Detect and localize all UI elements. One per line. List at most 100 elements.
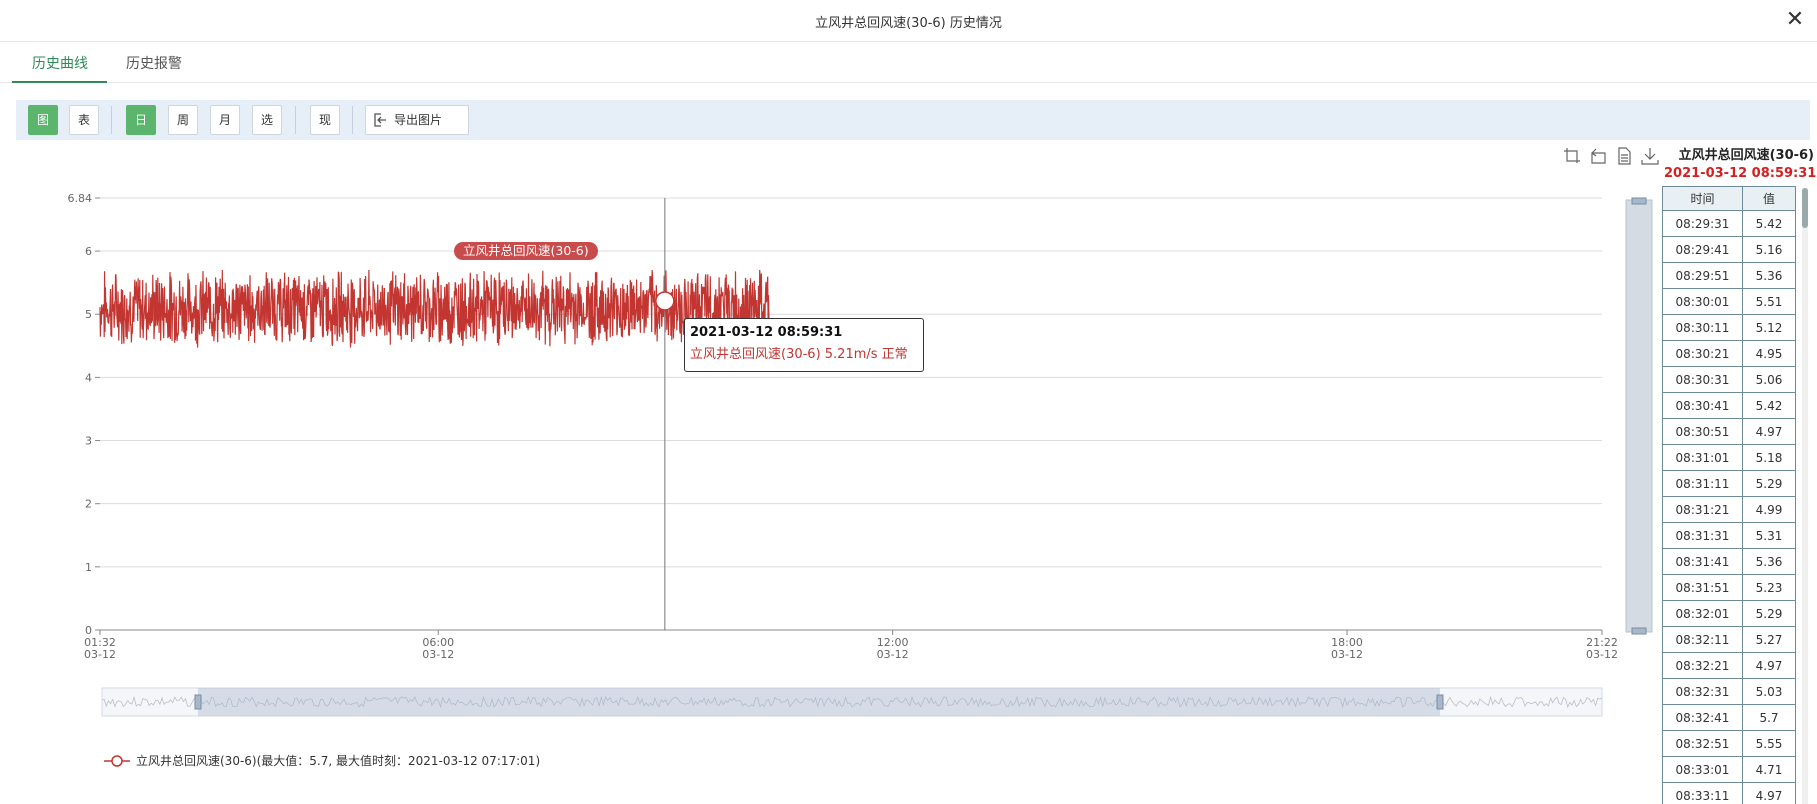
- cell-value: 5.36: [1742, 548, 1796, 575]
- table-row: 08:31:51 5.23: [1662, 574, 1796, 601]
- cell-value: 5.18: [1742, 444, 1796, 471]
- close-icon[interactable]: ✕: [1783, 8, 1807, 32]
- table-row: 08:32:11 5.27: [1662, 626, 1796, 653]
- x-tick-date-label: 03-12: [84, 648, 116, 661]
- cell-value: 4.97: [1742, 418, 1796, 445]
- cell-time: 08:32:11: [1662, 626, 1743, 653]
- cell-value: 4.97: [1742, 782, 1796, 804]
- cell-time: 08:32:21: [1662, 652, 1743, 679]
- right-panel-date: 2021-03-12 08:59:31: [1664, 166, 1817, 181]
- tab-bar: 历史曲线 历史报警: [0, 43, 1817, 83]
- legend-line-marker-icon: [104, 754, 130, 767]
- cell-value: 5.55: [1742, 730, 1796, 757]
- chart-legend[interactable]: 立风井总回风速(30-6)(最大值：5.7, 最大值时刻：2021-03-12 …: [104, 752, 540, 769]
- range-week-button[interactable]: 周: [168, 105, 198, 135]
- x-tick-date-label: 03-12: [422, 648, 454, 661]
- series-label-tag: 立风井总回风速(30-6): [454, 242, 598, 260]
- cell-value: 5.23: [1742, 574, 1796, 601]
- tooltip-value: 立风井总回风速(30-6) 5.21m/s 正常: [690, 347, 908, 362]
- cell-time: 08:31:31: [1662, 522, 1743, 549]
- datazoom-handle-right: [1436, 694, 1444, 710]
- table-row: 08:31:21 4.99: [1662, 496, 1796, 523]
- range-select-button[interactable]: 选: [252, 105, 282, 135]
- cell-time: 08:30:51: [1662, 418, 1743, 445]
- view-table-button[interactable]: 表: [69, 105, 99, 135]
- x-tick-date-label: 03-12: [1331, 648, 1363, 661]
- table-row: 08:30:31 5.06: [1662, 366, 1796, 393]
- cell-time: 08:30:01: [1662, 288, 1743, 315]
- col-header-time: 时间: [1662, 186, 1743, 211]
- table-row: 08:31:01 5.18: [1662, 444, 1796, 471]
- cell-value: 5.03: [1742, 678, 1796, 705]
- toolbar-divider: [295, 106, 296, 134]
- dialog-title: 立风井总回风速(30-6) 历史情况: [815, 16, 1002, 31]
- table-row: 08:33:11 4.97: [1662, 782, 1796, 804]
- datazoom-window: [198, 688, 1440, 716]
- tab-history-alarm[interactable]: 历史报警: [126, 53, 182, 85]
- col-header-value: 值: [1742, 186, 1796, 211]
- cell-time: 08:29:51: [1662, 262, 1743, 289]
- cell-value: 5.29: [1742, 600, 1796, 627]
- table-row: 08:30:11 5.12: [1662, 314, 1796, 341]
- table-row: 08:29:41 5.16: [1662, 236, 1796, 263]
- table-row: 08:32:01 5.29: [1662, 600, 1796, 627]
- export-label: 导出图片: [394, 113, 443, 127]
- cell-time: 08:32:31: [1662, 678, 1743, 705]
- now-button[interactable]: 现: [310, 105, 340, 135]
- cell-value: 5.29: [1742, 470, 1796, 497]
- toolbar-divider: [111, 106, 112, 134]
- table-row: 08:31:41 5.36: [1662, 548, 1796, 575]
- range-month-button[interactable]: 月: [210, 105, 240, 135]
- table-row: 08:32:21 4.97: [1662, 652, 1796, 679]
- cell-time: 08:31:51: [1662, 574, 1743, 601]
- cell-value: 4.95: [1742, 340, 1796, 367]
- y-tick-label: 6: [85, 245, 92, 258]
- cell-value: 5.51: [1742, 288, 1796, 315]
- y-datazoom-handle-bottom: [1631, 627, 1647, 635]
- cell-value: 4.97: [1742, 652, 1796, 679]
- y-tick-label: 3: [85, 435, 92, 448]
- table-row: 08:31:11 5.29: [1662, 470, 1796, 497]
- cell-time: 08:29:41: [1662, 236, 1743, 263]
- cell-time: 08:31:11: [1662, 470, 1743, 497]
- cell-value: 5.7: [1742, 704, 1796, 731]
- cell-value: 5.42: [1742, 392, 1796, 419]
- cell-value: 5.31: [1742, 522, 1796, 549]
- x-tick-date-label: 03-12: [877, 648, 909, 661]
- cell-time: 08:33:01: [1662, 756, 1743, 783]
- table-row: 08:29:51 5.36: [1662, 262, 1796, 289]
- cell-time: 08:31:01: [1662, 444, 1743, 471]
- history-line-chart[interactable]: 01234566.8401:3203-1206:0003-1212:0003-1…: [0, 160, 1660, 800]
- table-row: 08:30:21 4.95: [1662, 340, 1796, 367]
- y-tick-label: 5: [85, 308, 92, 321]
- table-scrollbar[interactable]: [1802, 188, 1808, 804]
- y-datazoom-track: [1625, 199, 1653, 633]
- toolbar-divider: [352, 106, 353, 134]
- cell-time: 08:31:21: [1662, 496, 1743, 523]
- cell-time: 08:32:51: [1662, 730, 1743, 757]
- cell-value: 5.12: [1742, 314, 1796, 341]
- cell-value: 4.71: [1742, 756, 1796, 783]
- cell-time: 08:30:21: [1662, 340, 1743, 367]
- y-tick-label: 2: [85, 498, 92, 511]
- cell-time: 08:31:41: [1662, 548, 1743, 575]
- cell-time: 08:30:41: [1662, 392, 1743, 419]
- cell-time: 08:30:31: [1662, 366, 1743, 393]
- range-day-button[interactable]: 日: [126, 105, 156, 135]
- active-tab-indicator: [12, 81, 107, 83]
- table-row: 08:30:51 4.97: [1662, 418, 1796, 445]
- x-tick-date-label: 03-12: [1586, 648, 1618, 661]
- table-row: 08:31:31 5.31: [1662, 522, 1796, 549]
- table-row: 08:30:41 5.42: [1662, 392, 1796, 419]
- cell-value: 4.99: [1742, 496, 1796, 523]
- cell-value: 5.27: [1742, 626, 1796, 653]
- cursor-point: [655, 291, 675, 311]
- view-chart-button[interactable]: 图: [28, 105, 58, 135]
- value-table: 时间 值 08:29:31 5.42 08:29:41 5.16 08:29:51 5.3…: [1662, 186, 1796, 804]
- cell-value: 5.06: [1742, 366, 1796, 393]
- export-image-button[interactable]: 导出图片: [365, 105, 469, 135]
- scrollbar-thumb[interactable]: [1802, 188, 1808, 228]
- cell-time: 08:33:11: [1662, 782, 1743, 804]
- cell-value: 5.36: [1742, 262, 1796, 289]
- y-tick-label: 1: [85, 561, 92, 574]
